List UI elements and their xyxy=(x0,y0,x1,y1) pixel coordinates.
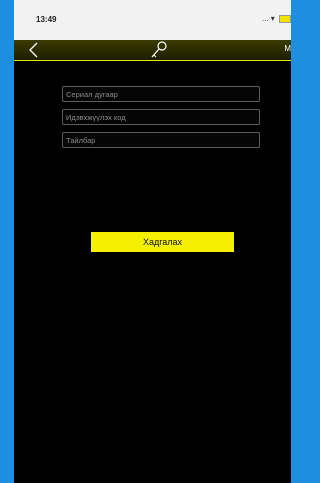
nav-bar: M xyxy=(14,40,291,61)
activation-code-input[interactable] xyxy=(62,109,260,125)
status-bar: 13:49 ... ▾ xyxy=(14,0,291,40)
save-button[interactable]: Хадгалах xyxy=(91,232,234,252)
status-icons: ... ▾ xyxy=(262,14,291,23)
battery-icon xyxy=(279,14,291,23)
serial-number-input[interactable] xyxy=(62,86,260,102)
back-button[interactable] xyxy=(24,40,44,60)
note-input[interactable] xyxy=(62,132,260,148)
status-time: 13:49 xyxy=(36,15,57,24)
nav-right-label: M xyxy=(284,44,291,53)
signal-wifi-indicator: ... ▾ xyxy=(261,14,275,23)
phone-screen: 13:49 ... ▾ M Хадгалах xyxy=(14,0,291,483)
key-icon xyxy=(147,40,169,60)
chevron-left-icon xyxy=(29,42,38,58)
